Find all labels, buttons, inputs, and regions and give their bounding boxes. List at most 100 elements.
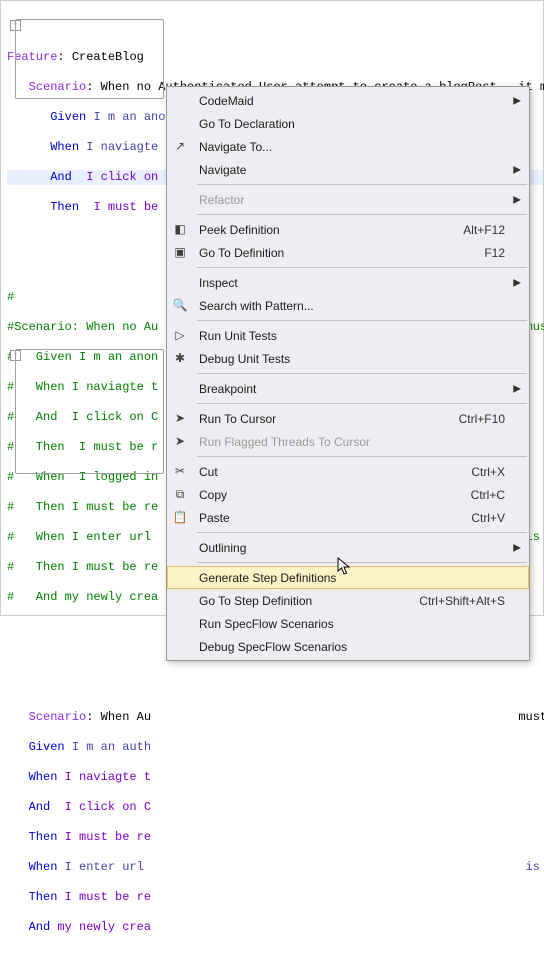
menu-item-run-to-cursor[interactable]: ➤ Run To CursorCtrl+F10 xyxy=(167,407,529,430)
runcursor-icon: ➤ xyxy=(172,410,188,426)
menu-item-label: Go To Step Definition xyxy=(199,594,419,608)
menu-item-peek-definition[interactable]: ◧ Peek DefinitionAlt+F12 xyxy=(167,218,529,241)
step-text: I must be r xyxy=(93,200,172,214)
submenu-arrow-icon: ▶ xyxy=(513,542,521,553)
peek-icon: ◧ xyxy=(172,221,188,237)
fold-handle-icon[interactable]: - xyxy=(10,350,21,361)
when-keyword: When xyxy=(50,140,79,154)
menu-shortcut: Ctrl+C xyxy=(471,488,505,502)
text-tail: must b xyxy=(518,710,544,724)
comment-line: # Given I m an anon xyxy=(7,350,158,364)
menu-item-label: Debug Unit Tests xyxy=(199,352,505,366)
comment-line: # Then I must be re xyxy=(7,560,158,574)
menu-separator xyxy=(197,267,527,268)
menu-item-label: Run To Cursor xyxy=(199,412,459,426)
menu-item-codemaid[interactable]: CodeMaid▶ xyxy=(167,89,529,112)
paste-icon: 📋 xyxy=(172,509,188,525)
menu-item-label: Breakpoint xyxy=(199,382,505,396)
menu-item-label: Debug SpecFlow Scenarios xyxy=(199,640,505,654)
cut-icon: ✂ xyxy=(172,463,188,479)
menu-item-run-specflow-scenarios[interactable]: Run SpecFlow Scenarios xyxy=(167,612,529,635)
given-keyword: Given xyxy=(50,110,86,124)
menu-item-generate-step-definitions[interactable]: Generate Step Definitions xyxy=(167,566,529,589)
submenu-arrow-icon: ▶ xyxy=(513,277,521,288)
bug-icon: ✱ xyxy=(172,350,188,366)
menu-separator xyxy=(197,373,527,374)
and-keyword: And xyxy=(50,170,72,184)
menu-item-copy[interactable]: ⧉ CopyCtrl+C xyxy=(167,483,529,506)
step-text: I click on C xyxy=(65,800,151,814)
menu-item-label: CodeMaid xyxy=(199,94,505,108)
menu-item-outlining[interactable]: Outlining ▶ xyxy=(167,536,529,559)
menu-item-label: Navigate To... xyxy=(199,140,505,154)
submenu-arrow-icon: ▶ xyxy=(513,194,521,205)
then-keyword: Then xyxy=(29,830,58,844)
copy-icon: ⧉ xyxy=(172,486,188,502)
menu-item-run-unit-tests[interactable]: ▷ Run Unit Tests xyxy=(167,324,529,347)
submenu-arrow-icon: ▶ xyxy=(513,383,521,394)
run-icon: ▷ xyxy=(172,327,188,343)
fold-handle-icon[interactable]: - xyxy=(10,20,21,31)
menu-item-go-to-definition[interactable]: ▣Go To DefinitionF12 xyxy=(167,241,529,264)
and-keyword: And xyxy=(29,920,51,934)
context-menu: CodeMaid▶Go To Declaration↗Navigate To..… xyxy=(166,86,530,661)
menu-shortcut: Ctrl+X xyxy=(471,465,505,479)
menu-item-label: Cut xyxy=(199,465,471,479)
menu-item-label: Paste xyxy=(199,511,471,525)
step-text: I click on C xyxy=(86,170,172,184)
menu-item-label: Inspect xyxy=(199,276,505,290)
menu-item-navigate[interactable]: Navigate ▶ xyxy=(167,158,529,181)
scenario-keyword: Scenario xyxy=(29,80,87,94)
menu-separator xyxy=(197,320,527,321)
menu-item-navigate-to[interactable]: ↗ Navigate To... xyxy=(167,135,529,158)
nav-icon: ↗ xyxy=(172,138,188,154)
menu-separator xyxy=(197,562,527,563)
search-icon: 🔍 xyxy=(172,297,188,313)
menu-separator xyxy=(197,532,527,533)
menu-item-search-with-pattern[interactable]: 🔍 Search with Pattern... xyxy=(167,294,529,317)
step-text: I naviagte t xyxy=(65,770,151,784)
scenario-keyword: Scenario xyxy=(29,710,87,724)
menu-item-breakpoint[interactable]: Breakpoint ▶ xyxy=(167,377,529,400)
menu-shortcut: Ctrl+F10 xyxy=(459,412,505,426)
comment-line: #Scenario: When no Au xyxy=(7,320,158,334)
when-keyword: When xyxy=(29,860,58,874)
menu-item-inspect[interactable]: Inspect ▶ xyxy=(167,271,529,294)
menu-item-label: Outlining xyxy=(199,541,505,555)
menu-item-label: Search with Pattern... xyxy=(199,299,505,313)
menu-item-go-to-step-definition[interactable]: Go To Step DefinitionCtrl+Shift+Alt+S xyxy=(167,589,529,612)
scenario-title: When Au xyxy=(101,710,151,724)
given-keyword: Given xyxy=(29,740,65,754)
menu-item-label: Generate Step Definitions xyxy=(199,571,505,585)
comment-line: # And I click on C xyxy=(7,410,158,424)
menu-item-label: Copy xyxy=(199,488,471,502)
menu-item-paste[interactable]: 📋 PasteCtrl+V xyxy=(167,506,529,529)
then-keyword: Then xyxy=(29,890,58,904)
feature-keyword: Feature xyxy=(7,50,57,64)
menu-item-debug-specflow-scenarios[interactable]: Debug SpecFlow Scenarios xyxy=(167,635,529,658)
menu-item-label: Run Unit Tests xyxy=(199,329,505,343)
menu-separator xyxy=(197,184,527,185)
step-text: I must be re xyxy=(65,830,151,844)
submenu-arrow-icon: ▶ xyxy=(513,164,521,175)
comment-line: # xyxy=(7,290,14,304)
menu-item-label: Peek Definition xyxy=(199,223,463,237)
comment-line: # When I logged in xyxy=(7,470,158,484)
comment-line: # When I enter url xyxy=(7,530,151,544)
menu-item-label: Refactor xyxy=(199,193,505,207)
menu-shortcut: Alt+F12 xyxy=(463,223,505,237)
menu-item-debug-unit-tests[interactable]: ✱ Debug Unit Tests xyxy=(167,347,529,370)
text-tail: is si xyxy=(526,860,544,874)
menu-item-go-to-declaration[interactable]: Go To Declaration xyxy=(167,112,529,135)
menu-item-label: Navigate xyxy=(199,163,505,177)
step-text: I must be re xyxy=(65,890,151,904)
menu-item-label: Go To Definition xyxy=(199,246,484,260)
then-keyword: Then xyxy=(50,200,79,214)
menu-item-run-flagged-threads-to-cursor: ➤Run Flagged Threads To Cursor xyxy=(167,430,529,453)
runcursor-icon: ➤ xyxy=(172,433,188,449)
step-text: I m an auth xyxy=(72,740,151,754)
and-keyword: And xyxy=(29,800,51,814)
menu-shortcut: Ctrl+V xyxy=(471,511,505,525)
menu-item-cut[interactable]: ✂ CutCtrl+X xyxy=(167,460,529,483)
menu-item-refactor: Refactor ▶ xyxy=(167,188,529,211)
